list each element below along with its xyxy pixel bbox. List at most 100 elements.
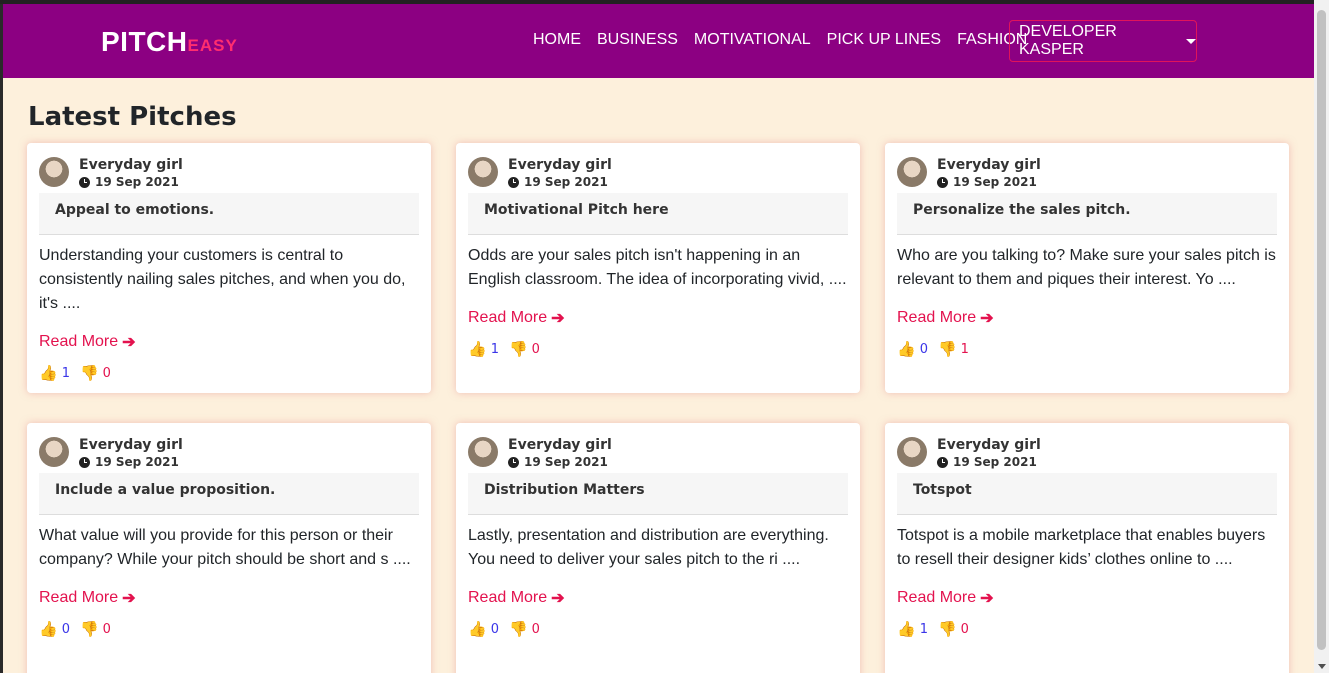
avatar	[39, 157, 69, 187]
upvote-button[interactable]: 👍 0	[468, 620, 499, 638]
read-more-link[interactable]: Read More ➔	[897, 308, 994, 328]
votes: 👍 0 👎 1	[897, 340, 1277, 358]
date-line: 19 Sep 2021	[79, 175, 183, 189]
downvote-button[interactable]: 👎 0	[80, 620, 111, 638]
pitch-body: Odds are your sales pitch isn't happenin…	[468, 247, 847, 288]
arrow-right-icon: ➔	[122, 334, 136, 351]
thumbs-up-icon: 👍	[39, 620, 58, 638]
scrollbar-thumb[interactable]	[1317, 10, 1326, 650]
brand-main: PITCH	[101, 26, 188, 57]
pitch-card: Everyday girl 19 Sep 2021 Appeal to emot…	[27, 143, 431, 393]
clock-icon	[937, 176, 948, 188]
pitch-card: Everyday girl 19 Sep 2021 Motivational P…	[456, 143, 860, 393]
pitch-title: Motivational Pitch here	[468, 193, 848, 235]
votes: 👍 1 👎 0	[468, 340, 848, 358]
author-name: Everyday girl	[937, 437, 1041, 453]
post-date: 19 Sep 2021	[95, 455, 179, 469]
pitch-title: Totspot	[897, 473, 1277, 515]
scrollbar[interactable]	[1314, 0, 1329, 673]
upvote-button[interactable]: 👍 1	[468, 340, 499, 358]
nav-pick-up-lines[interactable]: PICK UP LINES	[827, 31, 941, 49]
read-more-label: Read More	[39, 333, 119, 350]
thumbs-down-icon: 👎	[937, 340, 957, 358]
downvote-button[interactable]: 👎 0	[509, 620, 540, 638]
downvote-count: 0	[531, 621, 540, 637]
author-name: Everyday girl	[937, 157, 1041, 173]
nav-business[interactable]: BUSINESS	[597, 31, 678, 49]
thumbs-up-icon: 👍	[897, 340, 916, 358]
arrow-right-icon: ➔	[551, 590, 565, 607]
nav-home[interactable]: HOME	[533, 31, 581, 49]
page-title: Latest Pitches	[28, 102, 237, 132]
post-date: 19 Sep 2021	[953, 455, 1037, 469]
post-date: 19 Sep 2021	[524, 455, 608, 469]
downvote-button[interactable]: 👎 1	[938, 340, 969, 358]
author-name: Everyday girl	[79, 157, 183, 173]
pitch-card: Everyday girl 19 Sep 2021 Include a valu…	[27, 423, 431, 673]
nav-motivational[interactable]: MOTIVATIONAL	[694, 31, 811, 49]
downvote-button[interactable]: 👎 0	[938, 620, 969, 638]
upvote-count: 0	[61, 621, 70, 637]
pitch-card: Everyday girl 19 Sep 2021 Totspot Totspo…	[885, 423, 1289, 673]
downvote-count: 0	[102, 365, 111, 381]
pitch-title: Include a value proposition.	[39, 473, 419, 515]
thumbs-down-icon: 👎	[937, 620, 957, 638]
thumbs-up-icon: 👍	[468, 620, 487, 638]
thumbs-up-icon: 👍	[897, 620, 916, 638]
clock-icon	[937, 456, 948, 468]
upvote-button[interactable]: 👍 0	[897, 340, 928, 358]
navbar: PITCHEASY HOME BUSINESS MOTIVATIONAL PIC…	[3, 4, 1314, 78]
user-dropdown[interactable]: DEVELOPER KASPER	[1009, 20, 1197, 62]
upvote-count: 0	[490, 621, 499, 637]
downvote-count: 0	[102, 621, 111, 637]
read-more-label: Read More	[468, 589, 548, 606]
date-line: 19 Sep 2021	[508, 455, 612, 469]
upvote-button[interactable]: 👍 0	[39, 620, 70, 638]
scroll-down-arrow-icon[interactable]	[1318, 664, 1326, 669]
post-date: 19 Sep 2021	[524, 175, 608, 189]
read-more-link[interactable]: Read More ➔	[468, 308, 565, 328]
downvote-button[interactable]: 👎 0	[509, 340, 540, 358]
votes: 👍 1 👎 0	[39, 364, 419, 382]
read-more-label: Read More	[897, 589, 977, 606]
upvote-button[interactable]: 👍 1	[39, 364, 70, 382]
arrow-right-icon: ➔	[980, 310, 994, 327]
avatar	[468, 157, 498, 187]
votes: 👍 1 👎 0	[897, 620, 1277, 638]
downvote-button[interactable]: 👎 0	[80, 364, 111, 382]
read-more-link[interactable]: Read More ➔	[39, 332, 136, 352]
brand-sub: EASY	[187, 36, 238, 55]
post-date: 19 Sep 2021	[95, 175, 179, 189]
avatar	[468, 437, 498, 467]
pitch-body: Understanding your customers is central …	[39, 247, 406, 312]
pitch-card: Everyday girl 19 Sep 2021 Personalize th…	[885, 143, 1289, 393]
avatar	[897, 157, 927, 187]
read-more-link[interactable]: Read More ➔	[897, 588, 994, 608]
author-row: Everyday girl 19 Sep 2021	[39, 437, 419, 473]
nav-links: HOME BUSINESS MOTIVATIONAL PICK UP LINES…	[533, 31, 1043, 49]
upvote-button[interactable]: 👍 1	[897, 620, 928, 638]
date-line: 19 Sep 2021	[937, 455, 1041, 469]
read-more-link[interactable]: Read More ➔	[468, 588, 565, 608]
author-row: Everyday girl 19 Sep 2021	[897, 437, 1277, 473]
arrow-right-icon: ➔	[551, 310, 565, 327]
votes: 👍 0 👎 0	[468, 620, 848, 638]
upvote-count: 1	[490, 341, 499, 357]
votes: 👍 0 👎 0	[39, 620, 419, 638]
pitch-title: Distribution Matters	[468, 473, 848, 515]
thumbs-up-icon: 👍	[39, 364, 58, 382]
pitch-body: What value will you provide for this per…	[39, 527, 411, 568]
date-line: 19 Sep 2021	[937, 175, 1041, 189]
pitch-title: Appeal to emotions.	[39, 193, 419, 235]
author-name: Everyday girl	[79, 437, 183, 453]
downvote-count: 0	[960, 621, 969, 637]
clock-icon	[79, 456, 90, 468]
user-dropdown-label: DEVELOPER KASPER	[1019, 23, 1117, 58]
read-more-label: Read More	[897, 309, 977, 326]
author-row: Everyday girl 19 Sep 2021	[39, 157, 419, 193]
page: PITCHEASY HOME BUSINESS MOTIVATIONAL PIC…	[3, 4, 1314, 673]
thumbs-up-icon: 👍	[468, 340, 487, 358]
author-row: Everyday girl 19 Sep 2021	[468, 157, 848, 193]
brand-logo[interactable]: PITCHEASY	[101, 26, 238, 58]
read-more-link[interactable]: Read More ➔	[39, 588, 136, 608]
